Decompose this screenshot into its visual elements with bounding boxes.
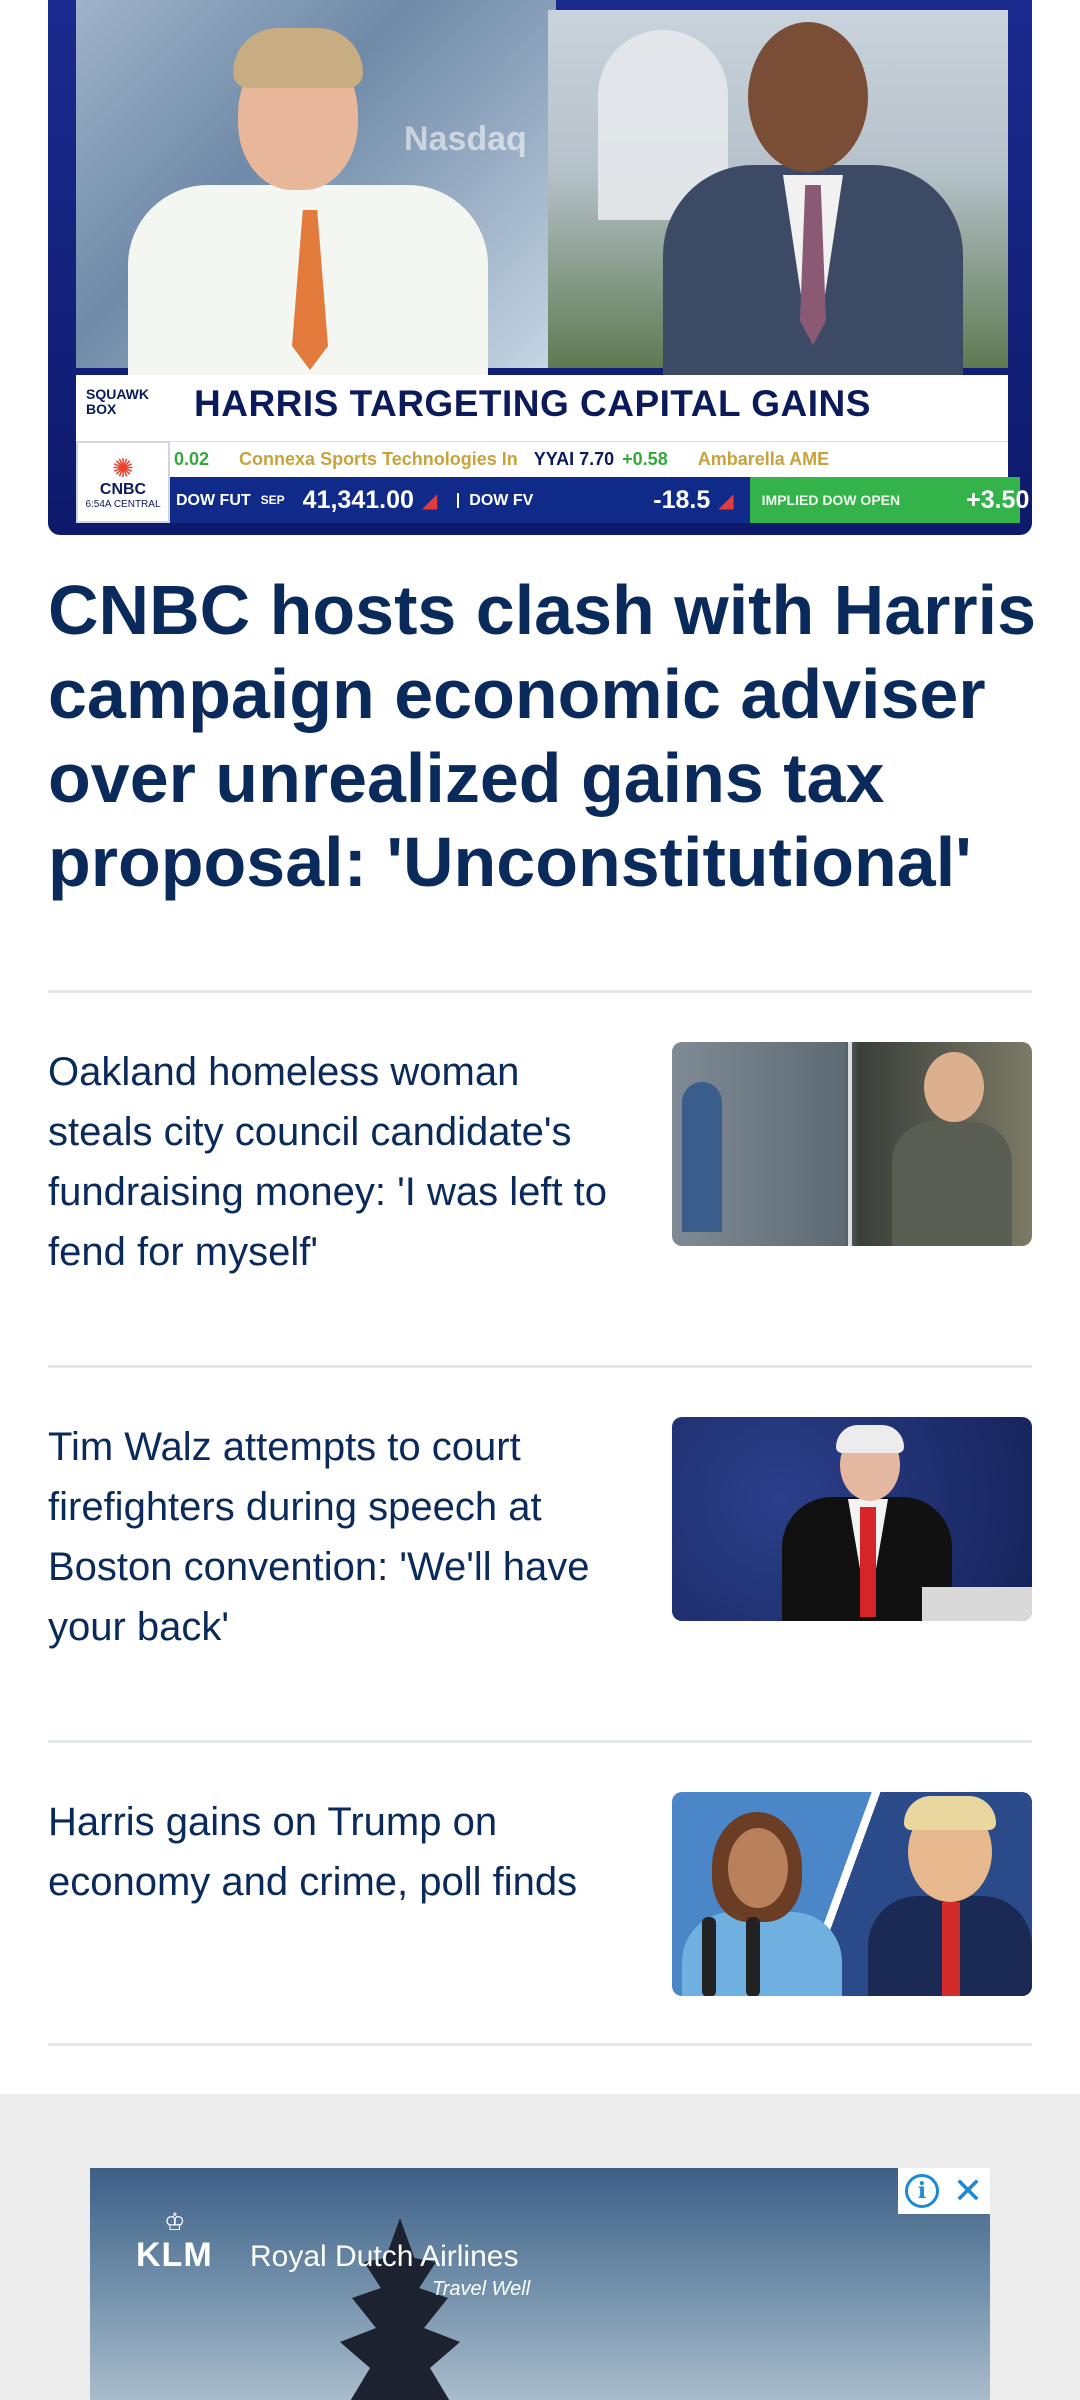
- hero-image[interactable]: Nasdaq SQUAWK BOX HARRIS TARGETING CAPIT…: [48, 0, 1032, 535]
- microphone-icon: [702, 1917, 716, 1996]
- market-bar: DOW FUT SEP 41,341.00 ◢ DOW FV -18.5 ◢ I…: [76, 477, 1029, 523]
- thumb-figure: [836, 1425, 904, 1453]
- down-arrow-icon: ◢: [718, 489, 734, 512]
- dow-fut-value: 41,341.00: [302, 485, 414, 514]
- microphone-icon: [746, 1917, 760, 1996]
- story-thumbnail[interactable]: [672, 1042, 1032, 1246]
- story-thumbnail[interactable]: [672, 1792, 1032, 1996]
- dow-fut-month: SEP: [260, 493, 285, 507]
- thumb-podium: [922, 1587, 1032, 1621]
- dow-fv-value: -18.5: [653, 485, 711, 514]
- lower-third: SQUAWK BOX HARRIS TARGETING CAPITAL GAIN…: [76, 375, 1008, 441]
- story-title[interactable]: Tim Walz attempts to court firefighters …: [48, 1417, 628, 1657]
- ad-brand: KLM: [136, 2236, 213, 2274]
- chyron-headline: HARRIS TARGETING CAPITAL GAINS: [194, 383, 871, 424]
- ad-container: ♔ KLM Royal Dutch Airlines Travel Well i…: [0, 2094, 1080, 2400]
- main-headline[interactable]: CNBC hosts clash with Harris campaign ec…: [48, 568, 1038, 904]
- implied-value: +3.50: [966, 485, 1030, 514]
- thumb-figure: [942, 1902, 960, 1996]
- ad-controls: i ✕: [898, 2168, 990, 2214]
- anchor-hair: [233, 28, 363, 88]
- network-label: CNBC: [99, 480, 147, 498]
- stock-ticker: 0.02 Connexa Sports Technologies In YYAI…: [76, 441, 1008, 477]
- implied-open: IMPLIED DOW OPEN +3.50: [749, 477, 1029, 523]
- divider: [48, 1365, 1032, 1368]
- story-thumbnail[interactable]: [672, 1417, 1032, 1621]
- ticker-symbol: YYAI 7.70: [533, 449, 615, 469]
- story-title[interactable]: Oakland homeless woman steals city counc…: [48, 1042, 628, 1282]
- story-item[interactable]: Oakland homeless woman steals city counc…: [48, 1042, 1032, 1274]
- guest-head: [748, 22, 868, 172]
- down-arrow-icon: ◢: [421, 489, 438, 512]
- story-item[interactable]: Tim Walz attempts to court firefighters …: [48, 1417, 1032, 1649]
- crown-icon: ♔: [164, 2209, 186, 2236]
- dow-fv-label: DOW FV: [457, 492, 533, 508]
- story-title[interactable]: Harris gains on Trump on economy and cri…: [48, 1792, 628, 1912]
- ticker-next: Ambarella AME: [697, 449, 830, 469]
- ad-banner[interactable]: ♔ KLM Royal Dutch Airlines Travel Well i…: [90, 2168, 990, 2400]
- dow-fut-label: DOW FUT: [176, 491, 251, 509]
- nasdaq-watermark: Nasdaq: [404, 120, 527, 158]
- thumb-figure: [860, 1507, 876, 1617]
- divider: [48, 2043, 1032, 2046]
- implied-label: IMPLIED DOW OPEN: [761, 492, 901, 508]
- show-label: SQUAWK BOX: [86, 386, 149, 417]
- thumb-figure: [682, 1082, 722, 1232]
- peacock-icon: ✺: [112, 452, 134, 483]
- ad-name: Royal Dutch Airlines: [250, 2240, 519, 2273]
- thumb-figure: [904, 1796, 996, 1830]
- thumb-figure: [892, 1122, 1012, 1246]
- thumb-split: [848, 1042, 852, 1246]
- ad-close-icon[interactable]: ✕: [953, 2173, 983, 2209]
- ad-info-icon[interactable]: i: [904, 2174, 939, 2208]
- divider: [48, 1740, 1032, 1743]
- divider: [48, 990, 1032, 993]
- thumb-figure: [728, 1828, 788, 1908]
- ticker-change: +0.58: [622, 449, 668, 469]
- story-item[interactable]: Harris gains on Trump on economy and cri…: [48, 1792, 1032, 1996]
- ad-tagline: Travel Well: [432, 2278, 531, 2300]
- broadcast-time: 6:54A CENTRAL: [85, 498, 161, 510]
- cnbc-logo-box: ✺ CNBC 6:54A CENTRAL: [76, 441, 170, 523]
- thumb-figure: [924, 1052, 984, 1122]
- ticker-company: Connexa Sports Technologies In: [239, 449, 518, 469]
- ticker-pct: 0.02: [174, 449, 210, 469]
